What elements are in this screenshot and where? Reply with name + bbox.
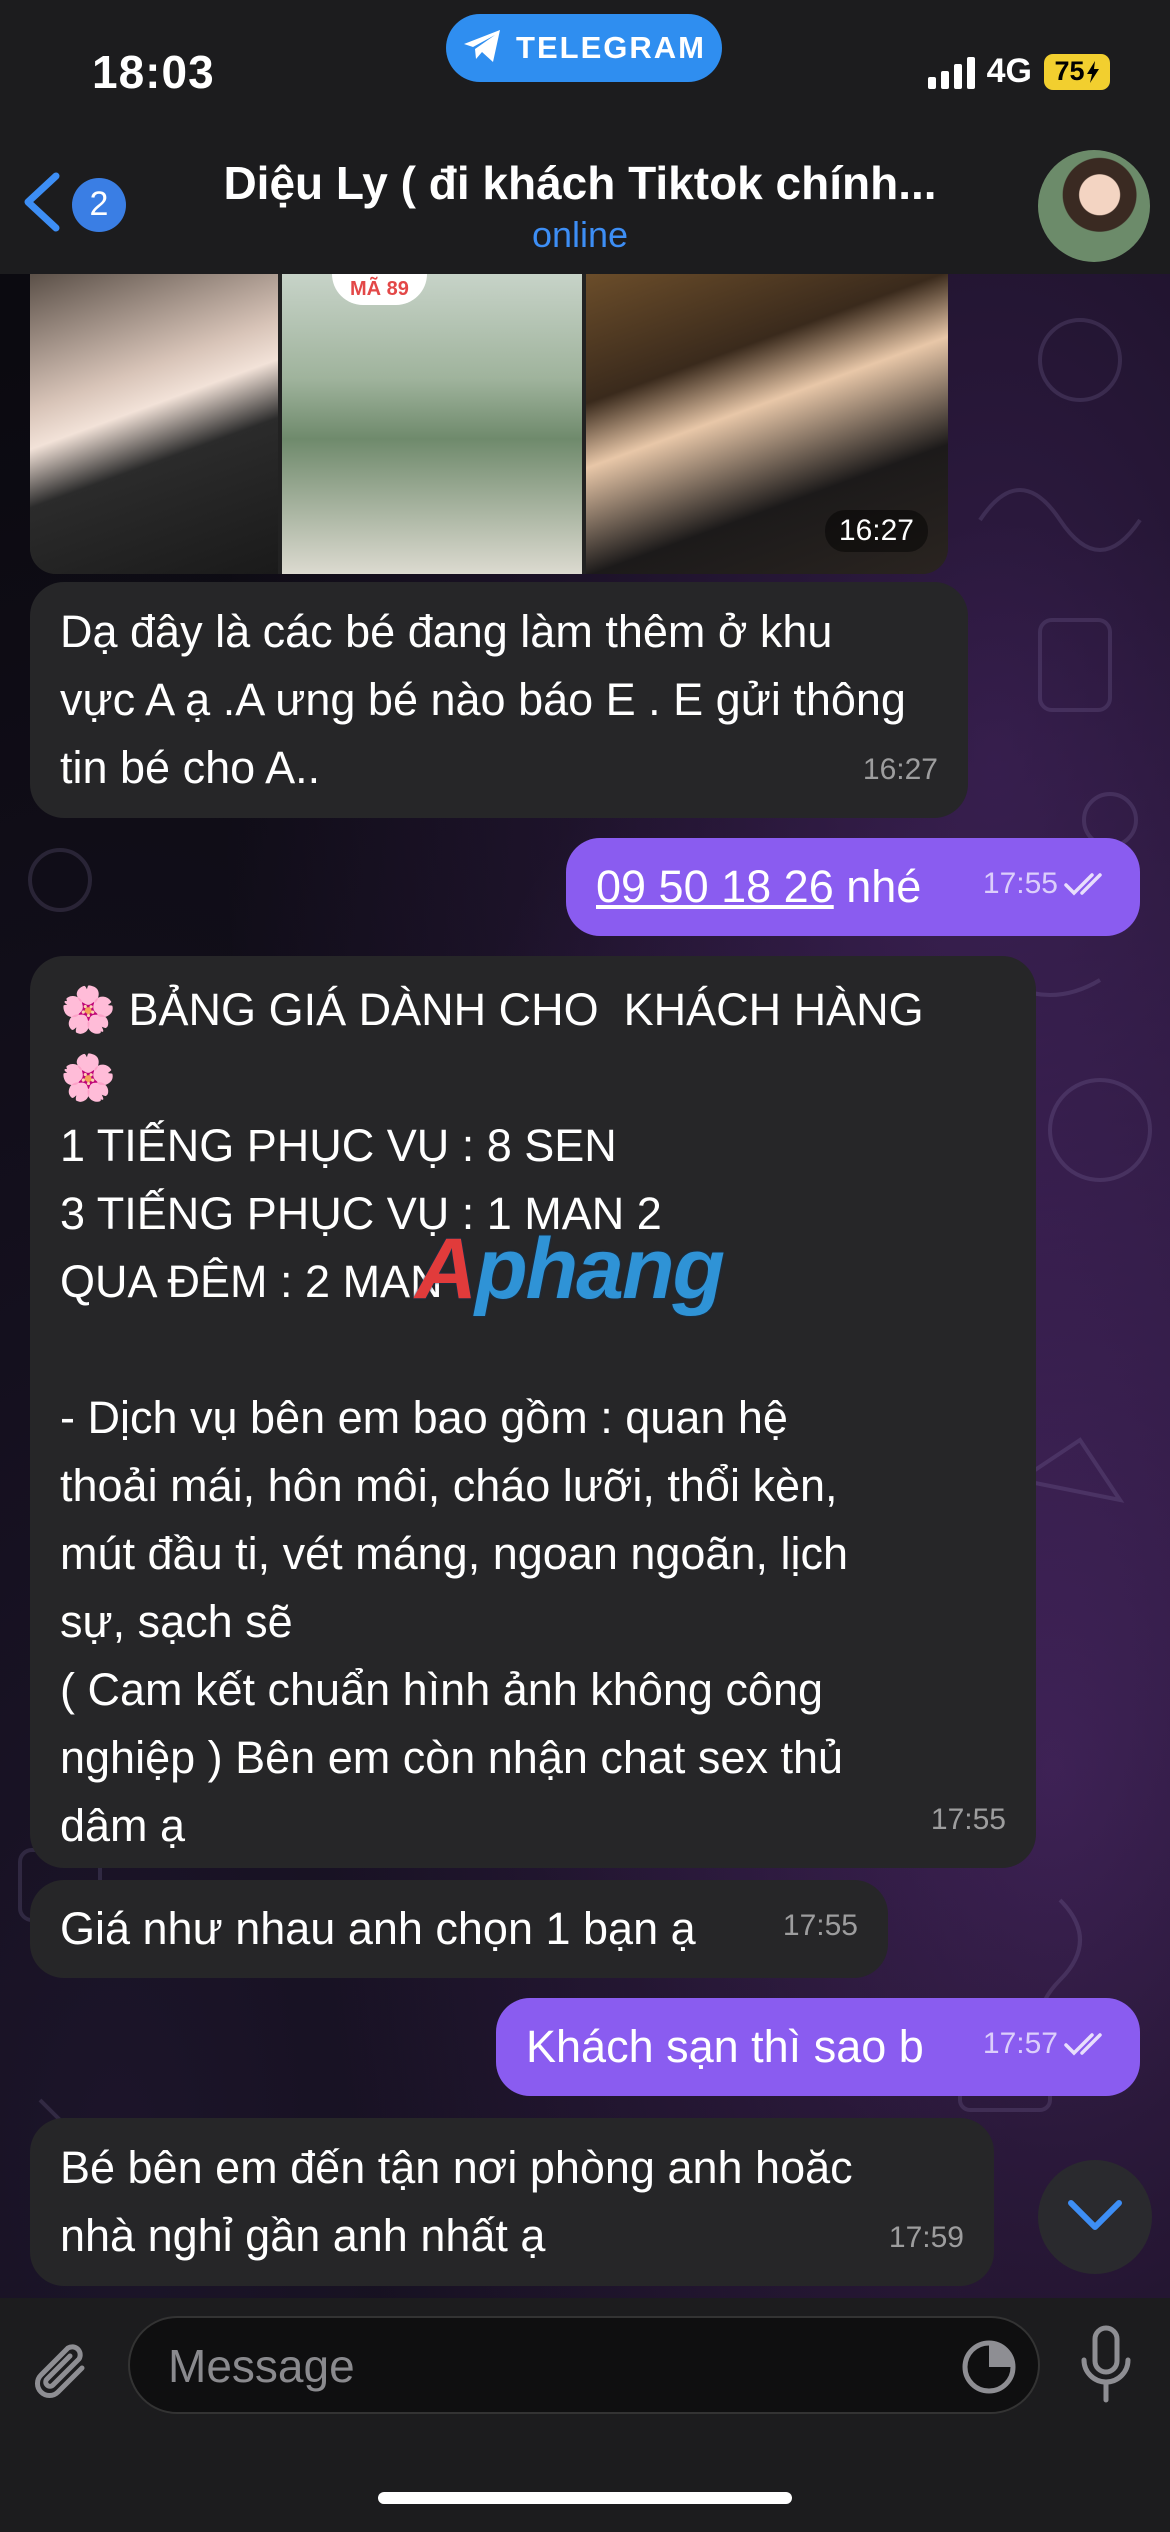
message-time: 17:57	[982, 2027, 1058, 2060]
incoming-message[interactable]: Dạ đây là các bé đang làm thêm ở khu vực…	[30, 582, 968, 818]
incoming-message[interactable]: Bé bên em đến tận nơi phòng anh hoăc nhà…	[30, 2118, 994, 2286]
watermark-letter: A	[415, 1221, 477, 1317]
status-time: 18:03	[92, 46, 215, 98]
telegram-icon	[462, 28, 502, 69]
signal-icon	[927, 55, 975, 89]
status-indicators: 4G 75	[927, 52, 1110, 91]
message-time: 17:59	[888, 2221, 964, 2254]
chat-header: 2 Diệu Ly ( đi khách Tiktok chính... onl…	[0, 130, 1170, 274]
chat-status: online	[531, 214, 629, 255]
message-time: 17:55	[982, 867, 1058, 900]
message-input[interactable]	[166, 2318, 930, 2414]
message-time: 17:55	[782, 1909, 858, 1942]
message-time: 17:55	[930, 1803, 1006, 1836]
outgoing-message[interactable]: Khách sạn thì sao b 17:57	[496, 1998, 1140, 2096]
attach-paperclip-icon[interactable]	[30, 2338, 96, 2413]
status-bar: 18:03 TELEGRAM 4G 75	[0, 0, 1170, 130]
battery-icon: 75	[1044, 53, 1110, 90]
photo-tag: MÃ 89	[332, 274, 427, 305]
microphone-icon[interactable]	[1078, 2324, 1134, 2411]
chat-title[interactable]: Diệu Ly ( đi khách Tiktok chính...	[190, 156, 970, 210]
contact-avatar[interactable]	[1038, 150, 1150, 262]
message-meta: 17:57	[983, 2010, 1110, 2078]
watermark-logo: Aphang	[415, 1220, 725, 1319]
watermark-text: phang	[475, 1221, 725, 1317]
album-photo-2[interactable]: MÃ 89	[282, 274, 582, 574]
back-chevron-icon	[20, 170, 64, 239]
home-indicator	[378, 2492, 792, 2504]
chevron-down-icon	[1065, 2197, 1125, 2238]
message-text: Giá như nhau anh chọn 1 bạn ạ	[60, 1903, 696, 1954]
telegram-pill-label: TELEGRAM	[516, 30, 706, 65]
network-type: 4G	[986, 52, 1032, 90]
outgoing-message[interactable]: 09 50 18 26 nhé 17:55	[566, 838, 1140, 936]
read-checks-icon	[1064, 871, 1110, 897]
sticker-icon[interactable]	[960, 2338, 1018, 2401]
album-photo-1[interactable]	[30, 274, 278, 574]
photo-album-message[interactable]: MÃ 89 16:27	[30, 274, 948, 574]
phone-number-link[interactable]: 09 50 18 26	[596, 861, 834, 912]
incoming-message[interactable]: 🌸 BẢNG GIÁ DÀNH CHO KHÁCH HÀNG 🌸 1 TIẾNG…	[30, 956, 1036, 1868]
message-text: Bé bên em đến tận nơi phòng anh hoăc nhà…	[60, 2142, 853, 2261]
message-field[interactable]	[128, 2316, 1040, 2414]
read-checks-icon	[1064, 2031, 1110, 2057]
message-text: nhé	[833, 861, 922, 912]
message-text: 🌸 BẢNG GIÁ DÀNH CHO KHÁCH HÀNG 🌸 1 TIẾNG…	[60, 984, 924, 1851]
back-button[interactable]: 2	[20, 170, 126, 239]
incoming-message[interactable]: Giá như nhau anh chọn 1 bạn ạ 17:55	[30, 1880, 888, 1978]
battery-level: 75	[1054, 56, 1085, 86]
message-meta: 17:55	[983, 850, 1110, 918]
unread-count-badge: 2	[72, 177, 126, 232]
message-text: Dạ đây là các bé đang làm thêm ở khu vực…	[60, 606, 906, 793]
telegram-pill[interactable]: TELEGRAM	[446, 14, 722, 82]
message-time: 16:27	[862, 753, 938, 786]
photo-timestamp: 16:27	[824, 510, 928, 552]
scroll-to-bottom-button[interactable]	[1038, 2160, 1152, 2274]
